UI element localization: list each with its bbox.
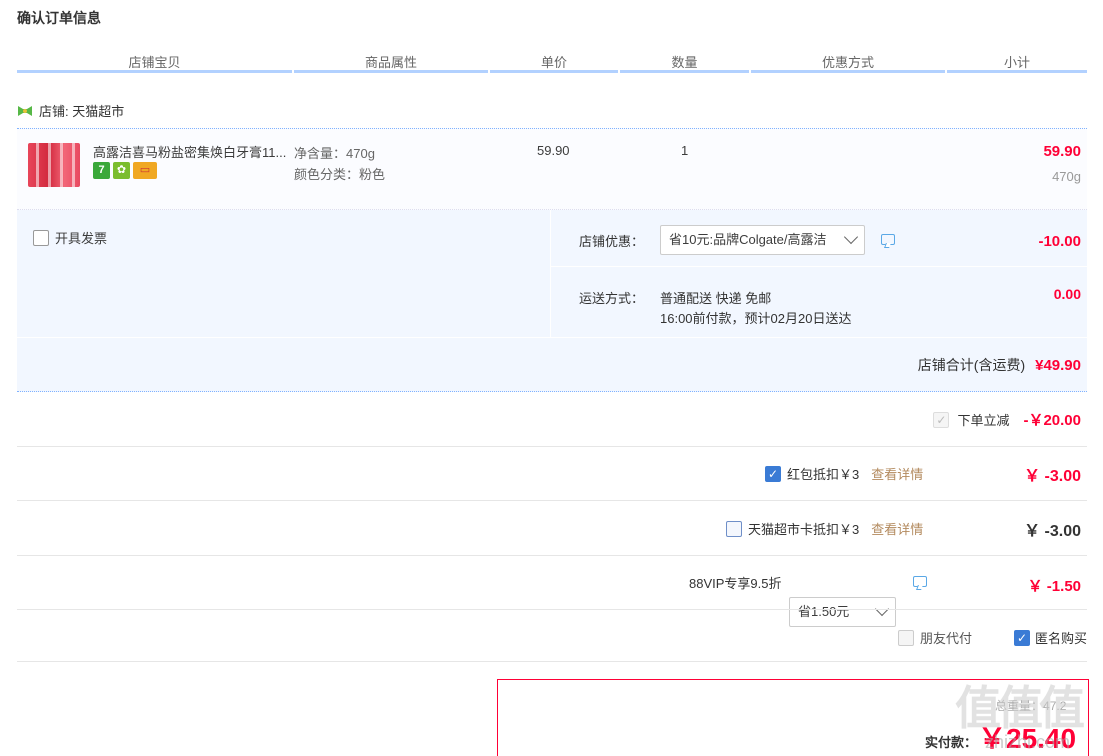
product-title-link[interactable]: 高露洁喜马粉盐密集焕白牙膏11... — [93, 142, 293, 161]
header-underline — [947, 70, 1087, 73]
shop-total-row: 店铺合计(含运费) ¥49.90 — [918, 355, 1081, 375]
shop-name[interactable]: 店铺: 天猫超市 — [39, 101, 124, 120]
tmall-card-details-link[interactable]: 查看详情 — [871, 519, 923, 538]
order-discount-row: 下单立减 -￥20.00 — [933, 409, 1081, 430]
invoice-option[interactable]: 开具发票 — [33, 228, 107, 247]
service-badges: 7 ✿ ▭ — [93, 162, 157, 179]
attr-color: 颜色分类：粉色 — [294, 167, 386, 182]
message-icon[interactable] — [913, 576, 927, 587]
anonymous-checkbox[interactable] — [1014, 629, 1030, 646]
friend-pay-checkbox — [898, 629, 914, 646]
header-underline — [751, 70, 945, 73]
divider — [17, 446, 1087, 447]
shop-total-label: 店铺合计(含运费) — [917, 357, 1026, 373]
page-title: 确认订单信息 — [17, 10, 101, 26]
shipping-label: 运送方式： — [579, 291, 645, 306]
col-header-quantity: 数量 — [671, 55, 698, 70]
tmall-card-amount: ￥ -3.00 — [1024, 523, 1081, 540]
shipping-method: 普通配送 快递 免邮 — [660, 291, 772, 306]
red-packet-amount: ￥ -3.00 — [1024, 468, 1081, 485]
vip-discount-amount: ￥ -1.50 — [1027, 578, 1081, 595]
shipping-amount: 0.00 — [1053, 286, 1081, 302]
seven-day-return-icon[interactable]: 7 — [93, 162, 110, 179]
header-underline — [294, 70, 488, 73]
col-header-discount: 优惠方式 — [821, 55, 874, 70]
col-header-attributes: 商品属性 — [364, 55, 417, 70]
anonymous-label: 匿名购买 — [1035, 631, 1088, 646]
unit-price: 59.90 — [537, 143, 570, 158]
vip-discount-select[interactable]: 省1.50元 — [789, 597, 896, 627]
col-header-shop-items: 店铺宝贝 — [128, 55, 181, 70]
col-header-subtotal: 小计 — [1003, 55, 1030, 70]
chevron-down-icon — [843, 229, 859, 245]
tmall-card-label: 天猫超市卡抵扣￥3 — [748, 522, 860, 537]
watermark-url: zhizhi.com — [985, 732, 1071, 752]
shop-row: 店铺: 天猫超市 — [17, 101, 124, 120]
divider — [17, 337, 1087, 338]
product-thumbnail[interactable] — [28, 143, 80, 187]
divider — [550, 210, 551, 337]
message-icon[interactable] — [881, 234, 895, 245]
header-underline — [17, 70, 292, 73]
guarantee-icon[interactable]: ✿ — [113, 162, 130, 179]
vip-discount-label: 88VIP专享9.5折 — [689, 576, 782, 591]
divider — [17, 500, 1087, 501]
card-payment-icon[interactable]: ▭ — [133, 162, 157, 179]
red-packet-row: 红包抵扣￥3 查看详情 — [765, 464, 923, 483]
vip-discount-selected: 省1.50元 — [798, 604, 850, 619]
attr-net-weight: 净含量：470g — [294, 146, 375, 161]
shop-total-amount: ¥49.90 — [1035, 356, 1081, 374]
item-subtotal: 59.90 — [1043, 143, 1081, 160]
item-weight: 470g — [1052, 169, 1081, 184]
col-header-unit-price: 单价 — [540, 55, 567, 70]
shop-discount-amount: -10.00 — [1038, 233, 1081, 250]
shop-discount-select[interactable]: 省10元:品牌Colgate/高露洁 — [660, 225, 865, 255]
tmall-card-row: 天猫超市卡抵扣￥3 查看详情 — [726, 519, 923, 538]
divider — [551, 266, 1087, 267]
divider — [17, 609, 1087, 610]
order-discount-label: 下单立减 — [957, 413, 1010, 428]
red-packet-label: 红包抵扣￥3 — [787, 467, 860, 482]
divider — [17, 661, 1087, 662]
anonymous-option[interactable]: 匿名购买 — [1014, 628, 1087, 647]
order-discount-checkbox — [933, 411, 950, 428]
shop-discount-label: 店铺优惠： — [579, 234, 645, 249]
header-underline — [490, 70, 618, 73]
invoice-label: 开具发票 — [55, 231, 108, 246]
quantity-value: 1 — [681, 143, 689, 158]
red-packet-checkbox[interactable] — [765, 465, 781, 482]
red-packet-details-link[interactable]: 查看详情 — [871, 464, 923, 483]
shipping-eta: 16:00前付款，预计02月20日送达 — [660, 311, 852, 326]
friend-pay-label: 朋友代付 — [920, 631, 973, 646]
order-discount-amount: -￥20.00 — [1023, 412, 1081, 429]
tmall-card-checkbox[interactable] — [726, 520, 742, 537]
tmall-shop-icon — [17, 105, 33, 117]
item-row — [17, 128, 1087, 210]
invoice-checkbox[interactable] — [33, 229, 49, 246]
header-underline — [620, 70, 749, 73]
friend-pay-option: 朋友代付 — [898, 628, 972, 647]
divider — [17, 555, 1087, 556]
shop-discount-selected: 省10元:品牌Colgate/高露洁 — [669, 232, 827, 247]
watermark-logo: 值值值 — [955, 682, 1085, 734]
